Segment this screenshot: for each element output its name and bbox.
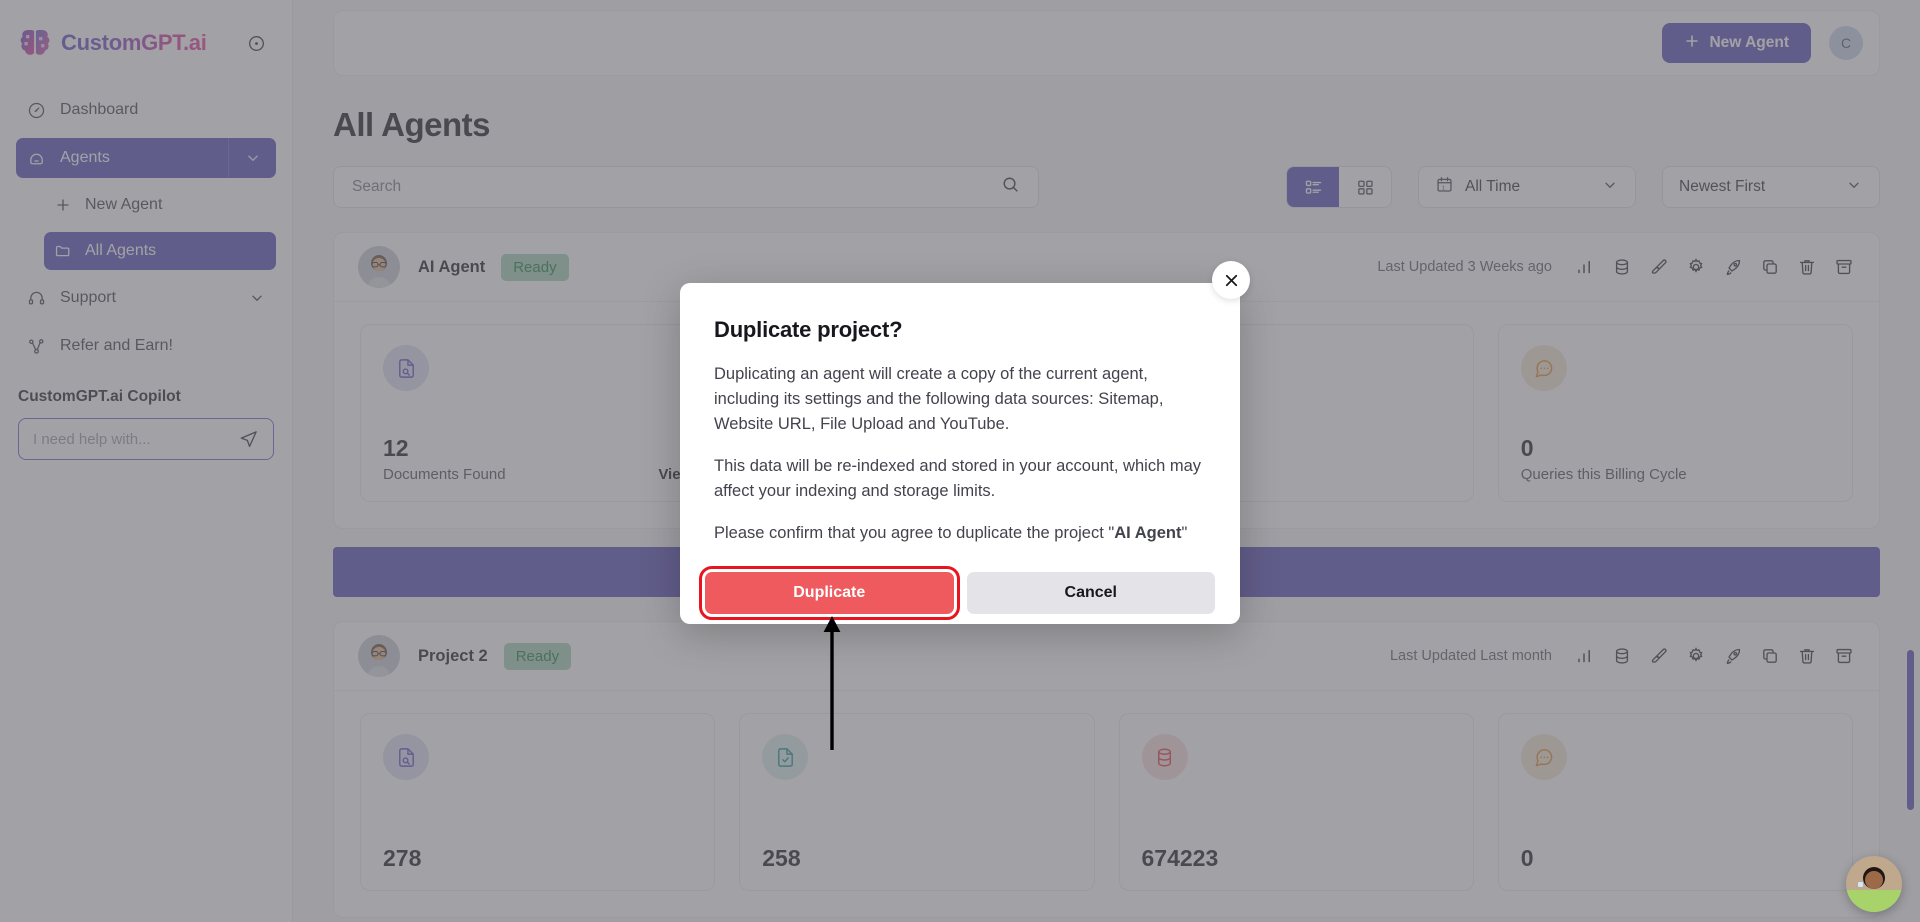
close-x-icon[interactable] (1212, 261, 1250, 299)
dialog-paragraph-3: Please confirm that you agree to duplica… (714, 521, 1206, 546)
support-chat-avatar[interactable] (1846, 856, 1902, 912)
cancel-button[interactable]: Cancel (966, 572, 1215, 614)
callout-arrow-to-duplicate-button (823, 616, 841, 750)
duplicate-confirm-button[interactable]: Duplicate (699, 566, 960, 620)
dialog-project-name: AI Agent (1114, 524, 1182, 542)
dialog-paragraph-1: Duplicating an agent will create a copy … (714, 365, 1164, 433)
dialog-confirm-suffix: " (1181, 524, 1188, 542)
duplicate-project-dialog: Duplicate project? Duplicating an agent … (680, 261, 1250, 624)
dialog-title: Duplicate project? (714, 317, 903, 342)
dialog-paragraph-2: This data will be re-indexed and stored … (714, 457, 1201, 500)
dialog-confirm-prefix: Please confirm that you agree to duplica… (714, 524, 1115, 542)
dialog-actions: Duplicate Cancel (699, 566, 1215, 624)
